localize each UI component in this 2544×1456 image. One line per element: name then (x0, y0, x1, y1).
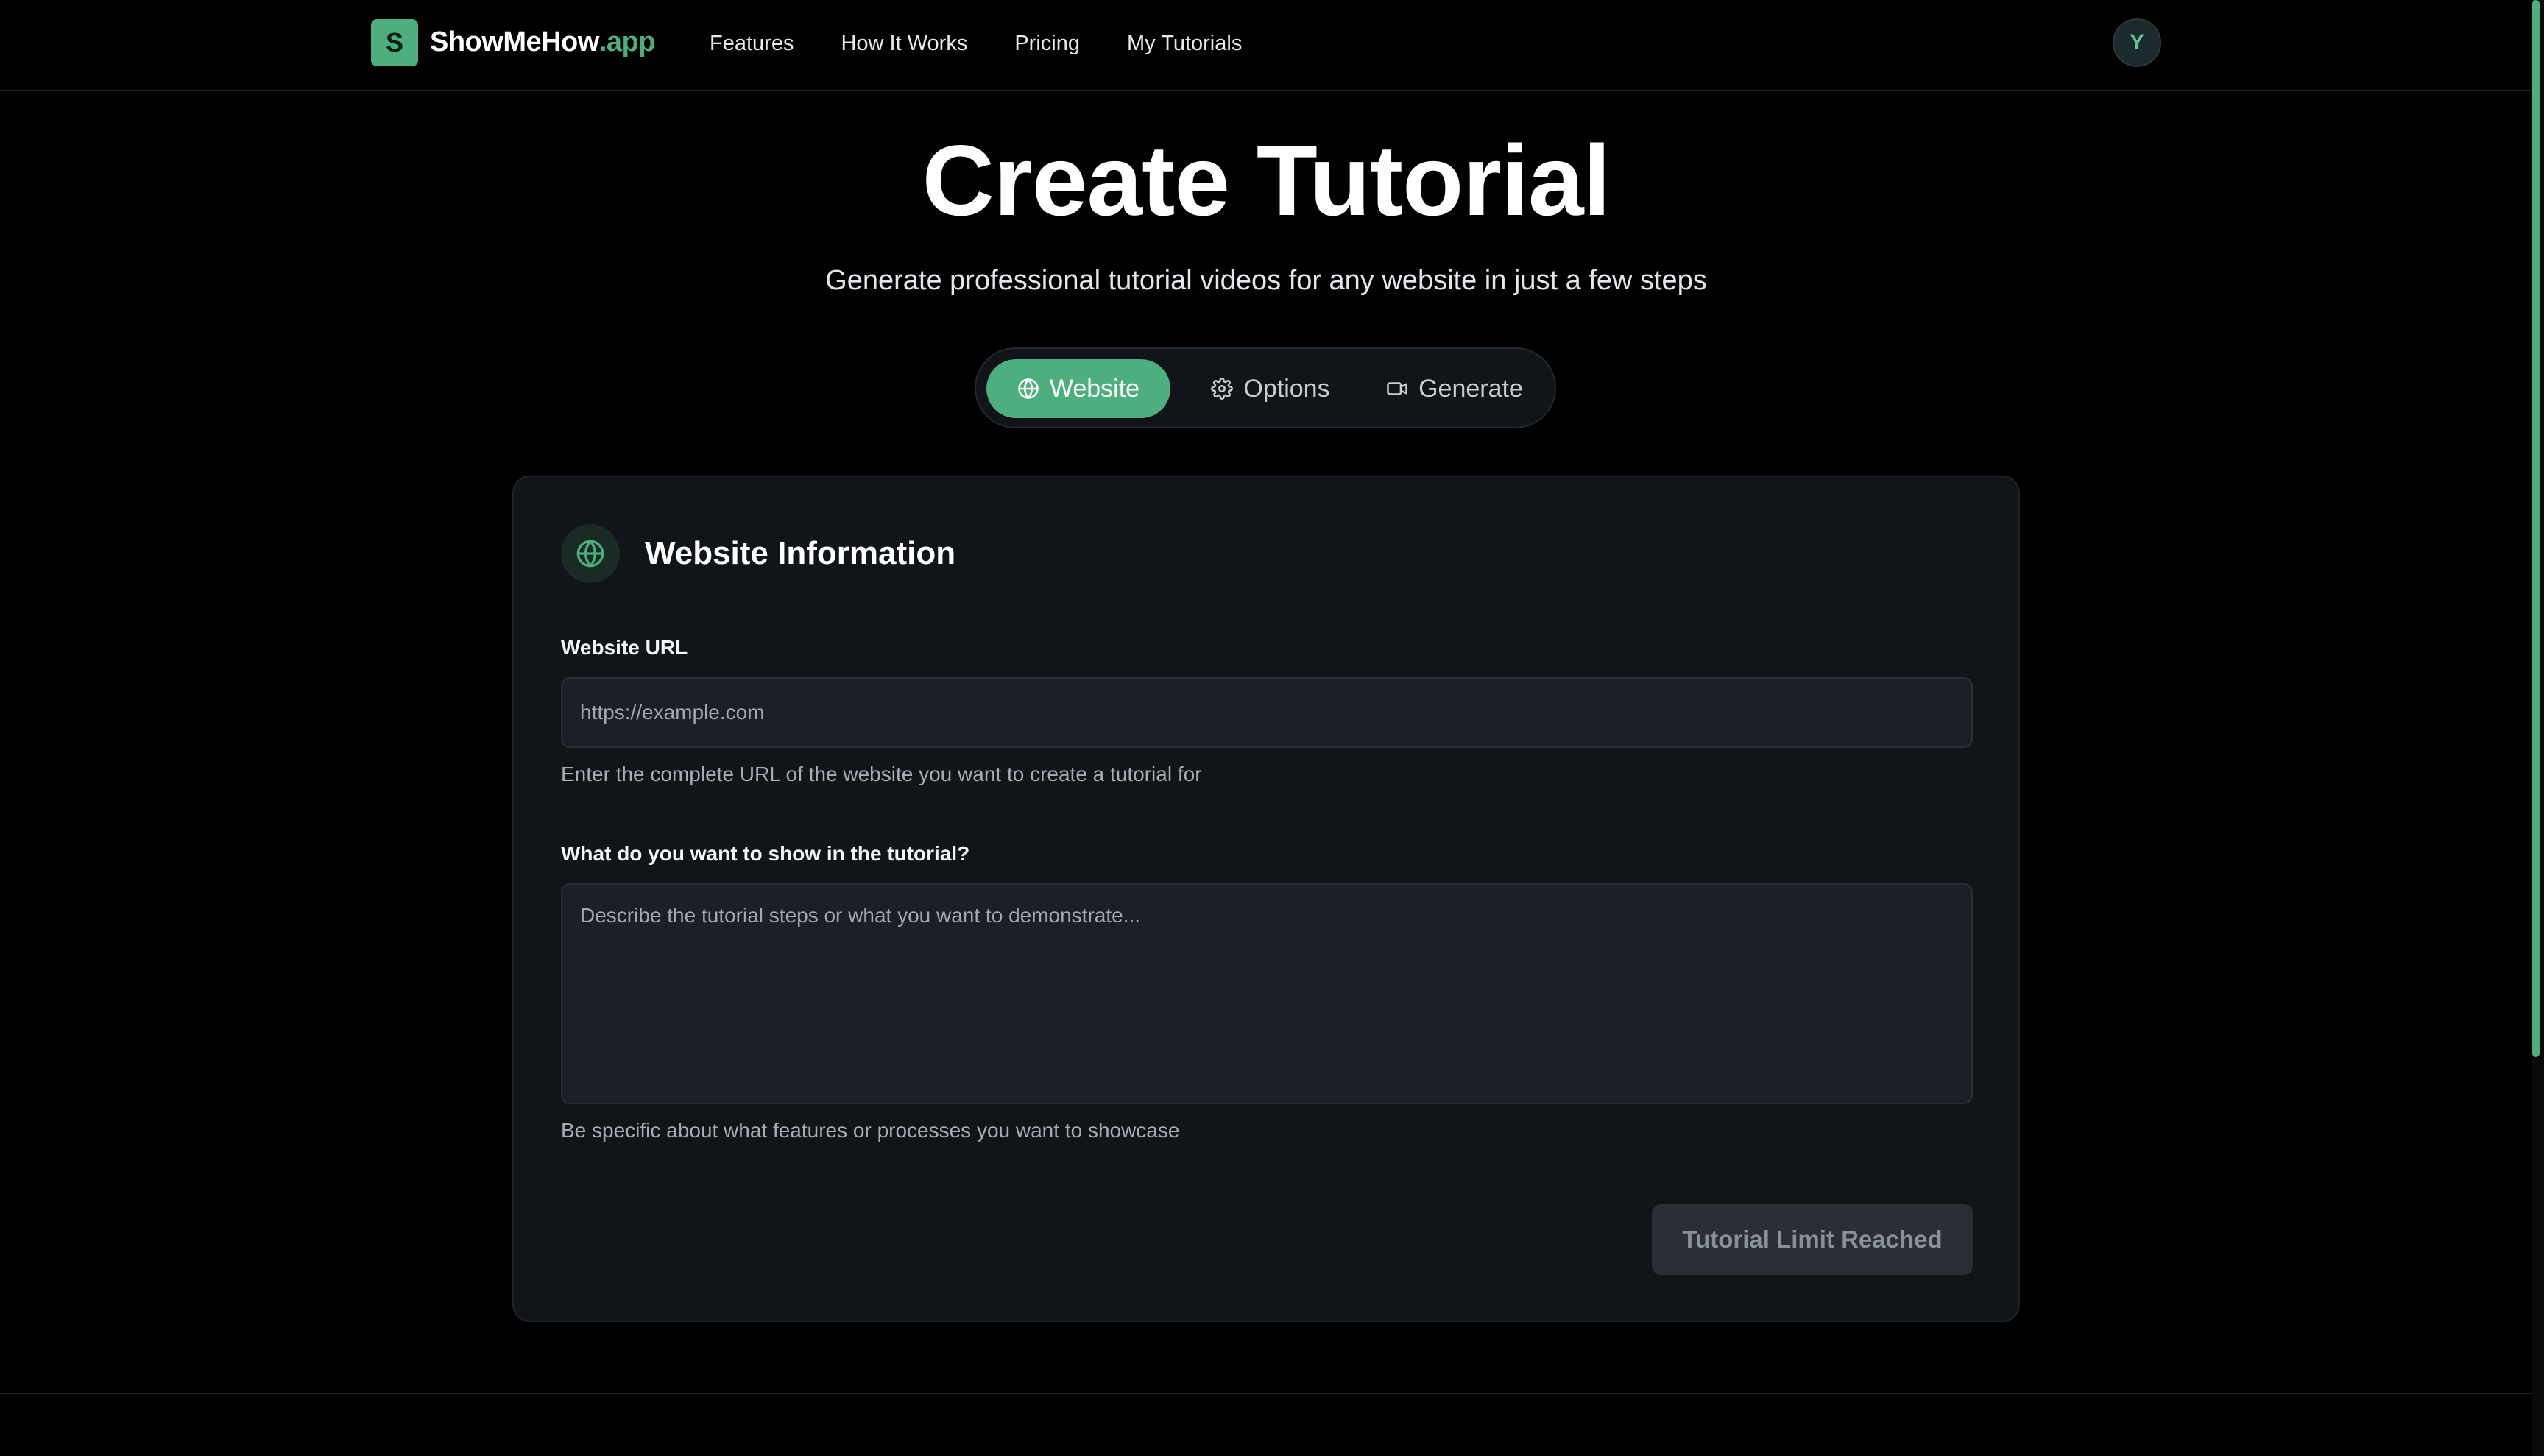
globe-icon (1018, 378, 1039, 399)
step-tab-website[interactable]: Website (986, 359, 1170, 418)
website-url-input[interactable] (561, 677, 1973, 748)
website-url-label: Website URL (561, 636, 688, 659)
page-subtitle: Generate professional tutorial videos fo… (825, 265, 1707, 296)
footer-divider (0, 1393, 2532, 1394)
tutorial-limit-button[interactable]: Tutorial Limit Reached (1652, 1204, 1973, 1275)
logo-mark[interactable]: S (371, 19, 418, 66)
top-navigation-bar: S ShowMeHow .app Features How It Works Pr… (0, 0, 2532, 91)
step-label: Generate (1418, 374, 1523, 403)
card-icon-badge (561, 524, 620, 583)
website-information-card: Website Information Website URL Enter th… (512, 476, 2020, 1322)
scrollbar-thumb[interactable] (2532, 0, 2540, 1057)
nav-link-features[interactable]: Features (710, 32, 794, 56)
step-selector: Website Options Generate (975, 347, 1556, 428)
step-tab-generate[interactable]: Generate (1366, 359, 1543, 418)
tutorial-description-hint: Be specific about what features or proce… (561, 1119, 1180, 1142)
video-camera-icon (1387, 382, 1407, 395)
tutorial-description-label: What do you want to show in the tutorial… (561, 842, 970, 865)
website-url-hint: Enter the complete URL of the website yo… (561, 763, 1202, 785)
globe-icon (576, 540, 604, 568)
logo-name: ShowMeHow (430, 26, 599, 57)
page-title: Create Tutorial (922, 124, 1611, 236)
nav-link-pricing[interactable]: Pricing (1014, 32, 1080, 56)
step-label: Website (1049, 374, 1140, 403)
nav-link-how-it-works[interactable]: How It Works (841, 32, 967, 56)
user-avatar[interactable]: Y (2113, 18, 2161, 67)
nav-link-my-tutorials[interactable]: My Tutorials (1127, 32, 1242, 56)
page-scrollbar[interactable] (2532, 0, 2544, 1456)
step-label: Options (1243, 374, 1330, 403)
main-nav: Features How It Works Pricing My Tutoria… (710, 25, 1242, 62)
step-tab-options[interactable]: Options (1185, 359, 1356, 418)
gear-icon (1211, 378, 1234, 400)
logo-wordmark[interactable]: ShowMeHow .app (430, 24, 655, 60)
tutorial-description-textarea[interactable] (561, 883, 1973, 1104)
card-title: Website Information (645, 535, 956, 571)
logo-name-accent: .app (598, 26, 656, 57)
